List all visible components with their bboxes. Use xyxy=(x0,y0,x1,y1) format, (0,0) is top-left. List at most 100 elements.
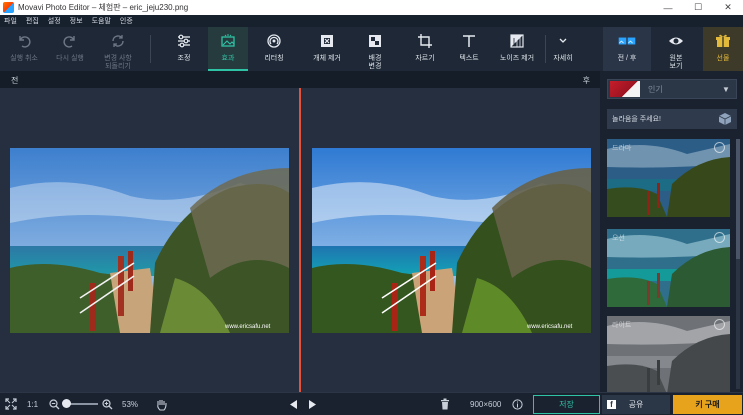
more-tools-button[interactable]: 자세히 xyxy=(549,27,577,71)
text-icon xyxy=(460,32,478,50)
panel-scrollbar[interactable] xyxy=(736,139,740,389)
chevron-down-icon: ▼ xyxy=(722,84,730,94)
image-info-button[interactable] xyxy=(512,393,523,415)
close-button[interactable]: ✕ xyxy=(713,0,743,15)
zoom-in-icon xyxy=(102,398,113,409)
buy-key-button[interactable]: 키 구매 xyxy=(673,395,742,414)
background-label-line2: 변경 xyxy=(368,63,382,70)
reset-changes-button[interactable]: 변경 사항 되돌리기 xyxy=(98,27,138,71)
reset-label-line2: 되돌리기 xyxy=(105,63,131,70)
window-title: Movavi Photo Editor – 체험판 – eric_jeju230… xyxy=(18,3,189,12)
gift-label: 선물 xyxy=(716,55,730,62)
before-after-toggle[interactable]: 전 / 후 xyxy=(603,27,651,71)
pan-tool-button[interactable] xyxy=(155,393,168,415)
before-label: 전 xyxy=(11,76,19,85)
tab-text[interactable]: 텍스트 xyxy=(450,27,488,71)
maximize-button[interactable]: ☐ xyxy=(683,0,713,15)
crop-icon xyxy=(416,32,434,50)
dice-icon xyxy=(718,113,732,125)
facebook-icon: f xyxy=(607,400,616,409)
favorite-toggle[interactable] xyxy=(714,142,725,153)
tab-crop[interactable]: 자르기 xyxy=(406,27,444,71)
before-after-label: 전 / 후 xyxy=(617,55,637,62)
next-image-button[interactable] xyxy=(308,393,316,415)
noise-label: 노이즈 제거 xyxy=(499,55,535,62)
background-label-line1: 배경 xyxy=(368,55,382,62)
menu-file[interactable]: 파일 xyxy=(4,16,17,26)
filter-name: 드라마 xyxy=(612,145,632,152)
triangle-right-icon xyxy=(309,399,316,409)
redo-button[interactable]: 다시 실행 xyxy=(50,27,90,71)
view-label-line2: 보기 xyxy=(669,63,683,70)
main-toolbar: 실행 취소 다시 실행 변경 사항 되돌리기 조정 효과 리터칭 개체 제거 배… xyxy=(0,27,743,71)
delete-button[interactable] xyxy=(440,393,450,415)
fullscreen-button[interactable] xyxy=(5,393,17,415)
gift-button[interactable]: 선물 xyxy=(703,27,743,71)
image-size: 900×600 xyxy=(470,399,502,409)
more-label: 자세히 xyxy=(553,55,573,62)
menu-info[interactable]: 정보 xyxy=(70,16,83,26)
toolbar-separator xyxy=(545,35,546,63)
category-thumbnail xyxy=(610,81,640,97)
object-removal-icon xyxy=(318,32,336,50)
zoom-out-icon xyxy=(49,398,60,409)
view-original-button[interactable]: 원본 보기 xyxy=(655,27,697,71)
tab-noise-removal[interactable]: 노이즈 제거 xyxy=(494,27,540,71)
image-canvas[interactable]: www.ericsafu.net www.ericsafu.net xyxy=(0,88,600,392)
filter-card[interactable]: 라이트 xyxy=(607,316,730,394)
zoom-level: 53% xyxy=(122,399,139,409)
hand-icon xyxy=(157,399,167,411)
favorite-toggle[interactable] xyxy=(714,232,725,243)
surprise-me-button[interactable]: 놀라움을 주세요! xyxy=(607,109,737,129)
previous-image-button[interactable] xyxy=(290,393,298,415)
menu-activation[interactable]: 인증 xyxy=(120,16,133,26)
scrollbar-thumb[interactable] xyxy=(736,139,740,259)
app-logo-icon xyxy=(3,2,14,13)
filter-card[interactable]: 오션 xyxy=(607,229,730,307)
noise-icon xyxy=(508,32,526,50)
tab-adjust[interactable]: 조정 xyxy=(164,27,204,71)
zoom-slider-handle[interactable] xyxy=(62,399,71,408)
tab-background-change[interactable]: 배경 변경 xyxy=(358,27,392,71)
surprise-label: 놀라움을 주세요! xyxy=(612,116,661,123)
watermark-text: www.ericsafu.net xyxy=(526,324,573,330)
info-icon xyxy=(512,398,523,410)
filter-name: 오션 xyxy=(612,235,625,242)
tab-object-removal[interactable]: 개체 제거 xyxy=(306,27,348,71)
background-change-icon xyxy=(366,32,384,50)
favorite-toggle[interactable] xyxy=(714,319,725,330)
save-button[interactable]: 저장 xyxy=(533,395,600,414)
menu-bar: 파일 편집 설정 정보 도움말 인증 xyxy=(0,15,743,27)
filter-category-select[interactable]: 인기 ▼ xyxy=(607,79,737,99)
undo-button[interactable]: 실행 취소 xyxy=(6,27,42,71)
object-removal-label: 개체 제거 xyxy=(313,55,341,62)
title-bar: Movavi Photo Editor – 체험판 – eric_jeju230… xyxy=(0,0,743,15)
tab-effects[interactable]: 효과 xyxy=(208,27,248,71)
menu-help[interactable]: 도움말 xyxy=(92,16,111,26)
zoom-out-button[interactable] xyxy=(49,393,60,415)
toolbar-separator xyxy=(150,35,151,63)
actual-size-button[interactable]: 1:1 xyxy=(27,393,38,415)
retouch-icon xyxy=(265,32,283,50)
gift-icon xyxy=(714,32,732,50)
filter-category-value: 인기 xyxy=(648,84,663,94)
crop-label: 자르기 xyxy=(415,55,435,62)
after-label: 후 xyxy=(582,76,590,85)
filter-name: 라이트 xyxy=(612,322,632,329)
share-button[interactable]: f 공유 xyxy=(602,395,670,414)
tab-retouch[interactable]: 리터칭 xyxy=(254,27,294,71)
undo-icon xyxy=(15,32,33,50)
share-label: 공유 xyxy=(628,400,644,409)
zoom-in-button[interactable] xyxy=(102,393,113,415)
after-image: www.ericsafu.net xyxy=(312,148,591,333)
view-label-line1: 원본 xyxy=(669,55,683,62)
effects-label: 효과 xyxy=(221,55,235,62)
menu-edit[interactable]: 편집 xyxy=(26,16,39,26)
menu-settings[interactable]: 설정 xyxy=(48,16,61,26)
compare-divider[interactable] xyxy=(299,88,301,392)
compare-header: 전 후 xyxy=(0,71,600,88)
filter-card[interactable]: 드라마 xyxy=(607,139,730,217)
reset-label-line1: 변경 사항 xyxy=(104,55,132,62)
window-controls: — ☐ ✕ xyxy=(653,0,743,15)
minimize-button[interactable]: — xyxy=(653,0,683,15)
